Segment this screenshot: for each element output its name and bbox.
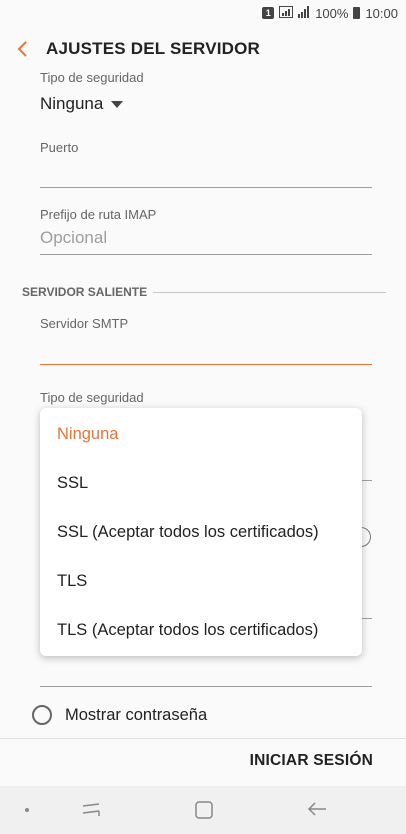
menu-item-tls-accept-all[interactable]: TLS (Aceptar todos los certificados)	[40, 606, 362, 655]
caret-down-icon	[111, 100, 124, 108]
sim-icon: 1	[262, 7, 275, 19]
section-title: SERVIDOR SALIENTE	[22, 285, 148, 299]
radio-unchecked-icon[interactable]	[32, 705, 52, 725]
outgoing-security-label: Tipo de seguridad	[40, 390, 144, 405]
nav-dot-icon[interactable]	[25, 808, 29, 812]
menu-item-tls[interactable]: TLS	[40, 557, 362, 606]
section-divider	[153, 291, 386, 293]
app-bar: AJUSTES DEL SERVIDOR	[0, 30, 406, 68]
imap-prefix-label: Prefijo de ruta IMAP	[40, 207, 157, 222]
menu-item-ninguna[interactable]: Ninguna	[40, 410, 362, 459]
battery-percent: 100%	[315, 5, 349, 21]
background-field-line	[362, 480, 372, 481]
page-title: AJUSTES DEL SERVIDOR	[46, 39, 261, 58]
recent-apps-icon[interactable]	[80, 800, 102, 818]
menu-item-ssl[interactable]: SSL	[40, 459, 362, 508]
incoming-security-label: Tipo de seguridad	[40, 70, 144, 85]
imap-prefix-underline	[40, 254, 372, 255]
chevron-left-icon	[17, 41, 27, 57]
clock: 10:00	[365, 5, 398, 21]
signal-icon	[298, 5, 310, 21]
password-underline	[40, 686, 372, 687]
smtp-underline-focused	[40, 364, 372, 365]
security-type-menu: Ninguna SSL SSL (Aceptar todos los certi…	[40, 408, 362, 656]
footer-divider	[0, 738, 406, 739]
incoming-security-dropdown[interactable]: Ninguna	[40, 94, 124, 114]
sign-in-button[interactable]: INICIAR SESIÓN	[250, 752, 373, 770]
show-password-option[interactable]: Mostrar contraseña	[32, 705, 207, 725]
background-field-line	[362, 618, 372, 619]
navigation-bar	[0, 786, 406, 834]
wifi-calling-icon	[279, 5, 294, 21]
incoming-security-value: Ninguna	[40, 94, 104, 113]
home-icon[interactable]	[194, 800, 214, 820]
nav-back-icon[interactable]	[306, 800, 328, 818]
status-bar: 1 100% 10:00	[0, 0, 406, 26]
battery-icon	[353, 7, 361, 19]
port-underline	[40, 187, 372, 188]
imap-prefix-input[interactable]: Opcional	[40, 228, 107, 248]
outgoing-section-header: SERVIDOR SALIENTE	[22, 285, 386, 299]
menu-item-ssl-accept-all[interactable]: SSL (Aceptar todos los certificados)	[40, 508, 362, 557]
port-label: Puerto	[40, 140, 79, 155]
back-button[interactable]	[0, 30, 44, 68]
show-password-label: Mostrar contraseña	[65, 705, 208, 724]
smtp-label: Servidor SMTP	[40, 316, 129, 331]
